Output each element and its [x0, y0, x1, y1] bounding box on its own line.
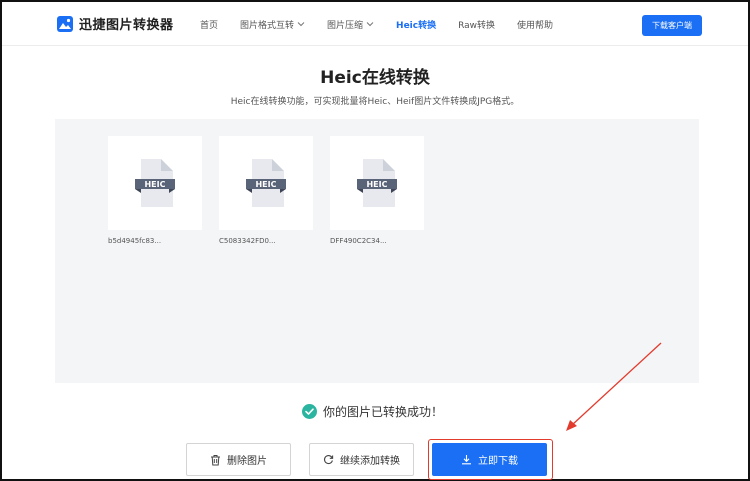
nav-item-format-convert[interactable]: 图片格式互转	[240, 18, 305, 31]
nav-item-heic[interactable]: Heic转换	[396, 18, 436, 31]
continue-add-label: 继续添加转换	[340, 456, 400, 467]
file-name: DFF490C2C34...	[330, 237, 387, 245]
nav-item-home[interactable]: 首页	[200, 18, 218, 31]
annotation-highlight-box	[428, 439, 553, 480]
heic-file-icon: HEIC	[246, 159, 286, 207]
file-badge-text: HEIC	[144, 180, 165, 189]
file-badge-text: HEIC	[255, 180, 276, 189]
nav-item-help[interactable]: 使用帮助	[517, 18, 553, 31]
file-name: C5083342FD0...	[219, 237, 276, 245]
nav-item-label: 使用帮助	[517, 20, 554, 31]
nav-item-raw[interactable]: Raw转换	[458, 18, 495, 31]
file-card[interactable]: HEIC b5d4945fc83...	[108, 136, 202, 245]
delete-images-label: 删除图片	[227, 456, 267, 467]
image-logo-icon	[57, 15, 73, 32]
success-status: 你的图片已转换成功！	[302, 403, 443, 420]
file-card[interactable]: HEIC C5083342FD0...	[219, 136, 313, 245]
success-message: 你的图片已转换成功！	[323, 405, 444, 419]
file-name: b5d4945fc83...	[108, 237, 162, 245]
file-thumbnail: HEIC	[219, 136, 313, 230]
main-nav: 首页 图片格式互转 图片压缩 Heic转换 Raw转换 使用帮助	[200, 2, 575, 46]
page-title: Heic在线转换	[320, 68, 430, 88]
file-thumbnail: HEIC	[330, 136, 424, 230]
continue-add-button[interactable]: 继续添加转换	[309, 443, 414, 476]
file-badge-text: HEIC	[366, 180, 387, 189]
app-name: 迅捷图片转换器	[79, 18, 174, 33]
nav-item-label: 首页	[200, 20, 219, 31]
chevron-down-icon	[366, 22, 374, 27]
file-card[interactable]: HEIC DFF490C2C34...	[330, 136, 424, 245]
heic-file-icon: HEIC	[135, 159, 175, 207]
nav-item-label: 图片格式互转	[240, 20, 295, 31]
chevron-down-icon	[297, 22, 305, 27]
file-thumbnail: HEIC	[108, 136, 202, 230]
top-header: 迅捷图片转换器 首页 图片格式互转 图片压缩 Heic转换 Raw转换 使用帮助…	[2, 2, 748, 46]
check-circle-icon	[302, 404, 317, 419]
download-client-button[interactable]: 下载客户端	[642, 15, 702, 36]
delete-images-button[interactable]: 删除图片	[186, 443, 291, 476]
refresh-icon	[323, 455, 334, 465]
nav-item-label: 图片压缩	[327, 20, 364, 31]
page-subtitle: Heic在线转换功能，可实现批量将Heic、Heif图片文件转换成JPG格式。	[230, 97, 520, 107]
nav-item-label: Raw转换	[458, 20, 496, 31]
nav-item-compress[interactable]: 图片压缩	[327, 18, 374, 31]
file-panel: HEIC b5d4945fc83... HEIC C5083342FD0... …	[55, 119, 699, 383]
heic-file-icon: HEIC	[357, 159, 397, 207]
trash-icon	[211, 454, 220, 465]
nav-item-label: Heic转换	[396, 20, 437, 31]
app-logo[interactable]: 迅捷图片转换器	[56, 14, 174, 33]
